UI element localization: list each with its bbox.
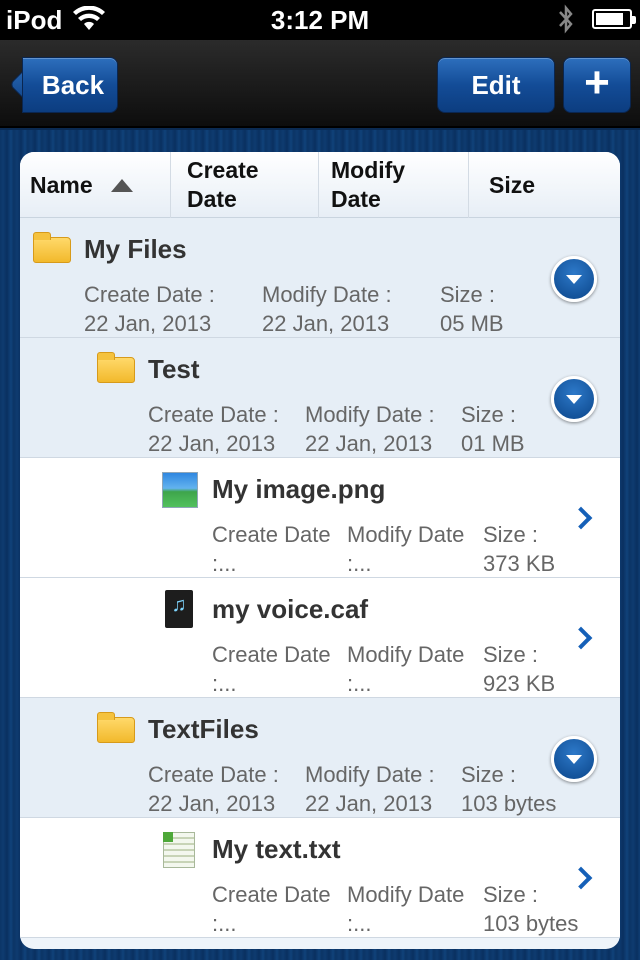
modify-date-label: Modify Date [347,522,465,547]
modify-date-value: :... [347,551,372,576]
modify-date-value: :... [347,911,372,936]
column-header-name-label: Name [30,171,93,198]
edit-button-label: Edit [471,69,521,100]
create-date-label: Create Date : [84,282,215,307]
audio-file-icon: ♫ [165,590,193,628]
folder-icon [97,352,135,383]
row-name: My image.png [212,474,386,504]
modify-date-value: :... [347,671,372,696]
row-name: my voice.caf [212,594,369,624]
column-header-size-label: Size [489,171,536,198]
column-header-create-date[interactable]: Create Date [170,152,318,218]
modify-date-label: Modify Date [347,642,465,667]
size-label: Size : [440,282,496,307]
folder-icon [97,712,135,743]
create-date-label: Create Date [212,522,331,547]
table-row[interactable]: My image.png Create Date :... Modify Dat… [20,458,620,578]
table-row[interactable]: TextFiles Create Date : 22 Jan, 2013 Mod… [20,698,620,818]
chevron-right-icon[interactable] [569,866,593,890]
navigation-bar: Back Edit + [0,40,640,128]
modify-date-value: 22 Jan, 2013 [305,431,433,456]
create-date-value: 22 Jan, 2013 [148,431,276,456]
size-label: Size : [483,522,539,547]
file-list-panel: Name Create Date Modify Date Size My Fil… [20,152,620,949]
create-date-value: 22 Jan, 2013 [84,311,212,336]
size-value: 103 bytes [483,911,579,936]
column-header-name[interactable]: Name [30,152,170,218]
row-name: Test [148,354,200,384]
table-row[interactable]: Test Create Date : 22 Jan, 2013 Modify D… [20,338,620,458]
create-date-value: :... [212,911,237,936]
back-button[interactable]: Back [22,57,118,113]
table-row[interactable]: My text.txt Create Date :... Modify Date… [20,818,620,938]
size-value: 373 KB [483,551,556,576]
chevron-right-icon[interactable] [569,506,593,530]
text-file-icon [163,832,195,868]
size-value: 103 bytes [461,791,557,816]
modify-date-label: Modify Date : [305,762,435,787]
table-header: Name Create Date Modify Date Size [20,152,620,218]
row-name: My text.txt [212,834,341,864]
modify-date-value: 22 Jan, 2013 [305,791,433,816]
create-date-label: Create Date : [148,762,279,787]
sort-ascending-icon [110,178,133,192]
column-header-create-date-label: Create Date [187,157,259,212]
modify-date-label: Modify Date [347,882,465,907]
folder-icon [33,232,71,263]
expand-disclosure-icon[interactable] [551,376,597,422]
image-file-icon [162,472,198,508]
create-date-value: :... [212,551,237,576]
modify-date-value: 22 Jan, 2013 [262,311,390,336]
create-date-label: Create Date [212,882,331,907]
expand-disclosure-icon[interactable] [551,256,597,302]
size-label: Size : [461,762,517,787]
column-header-modify-date[interactable]: Modify Date [318,152,468,218]
table-row[interactable]: ♫ my voice.caf Create Date :... Modify D… [20,578,620,698]
column-header-size[interactable]: Size [468,152,620,218]
edit-button[interactable]: Edit [437,57,555,113]
size-label: Size : [461,402,517,427]
create-date-value: 22 Jan, 2013 [148,791,276,816]
expand-disclosure-icon[interactable] [551,736,597,782]
create-date-label: Create Date : [148,402,279,427]
size-value: 923 KB [483,671,556,696]
row-name: TextFiles [148,714,259,744]
clock: 3:12 PM [270,5,370,35]
modify-date-label: Modify Date : [262,282,392,307]
battery-icon [592,9,636,29]
status-bar: iPod 3:12 PM [0,0,640,40]
table-row[interactable]: My Files Create Date : 22 Jan, 2013 Modi… [20,218,620,338]
plus-icon: + [584,58,610,107]
column-header-modify-date-label: Modify Date [331,157,406,212]
size-value: 01 MB [461,431,525,456]
create-date-label: Create Date [212,642,331,667]
size-label: Size : [483,882,539,907]
row-name: My Files [84,234,187,264]
create-date-value: :... [212,671,237,696]
chevron-right-icon[interactable] [569,626,593,650]
back-button-label: Back [41,69,105,100]
add-button[interactable]: + [563,57,631,113]
modify-date-label: Modify Date : [305,402,435,427]
size-label: Size : [483,642,539,667]
bluetooth-icon [556,4,576,41]
size-value: 05 MB [440,311,504,336]
